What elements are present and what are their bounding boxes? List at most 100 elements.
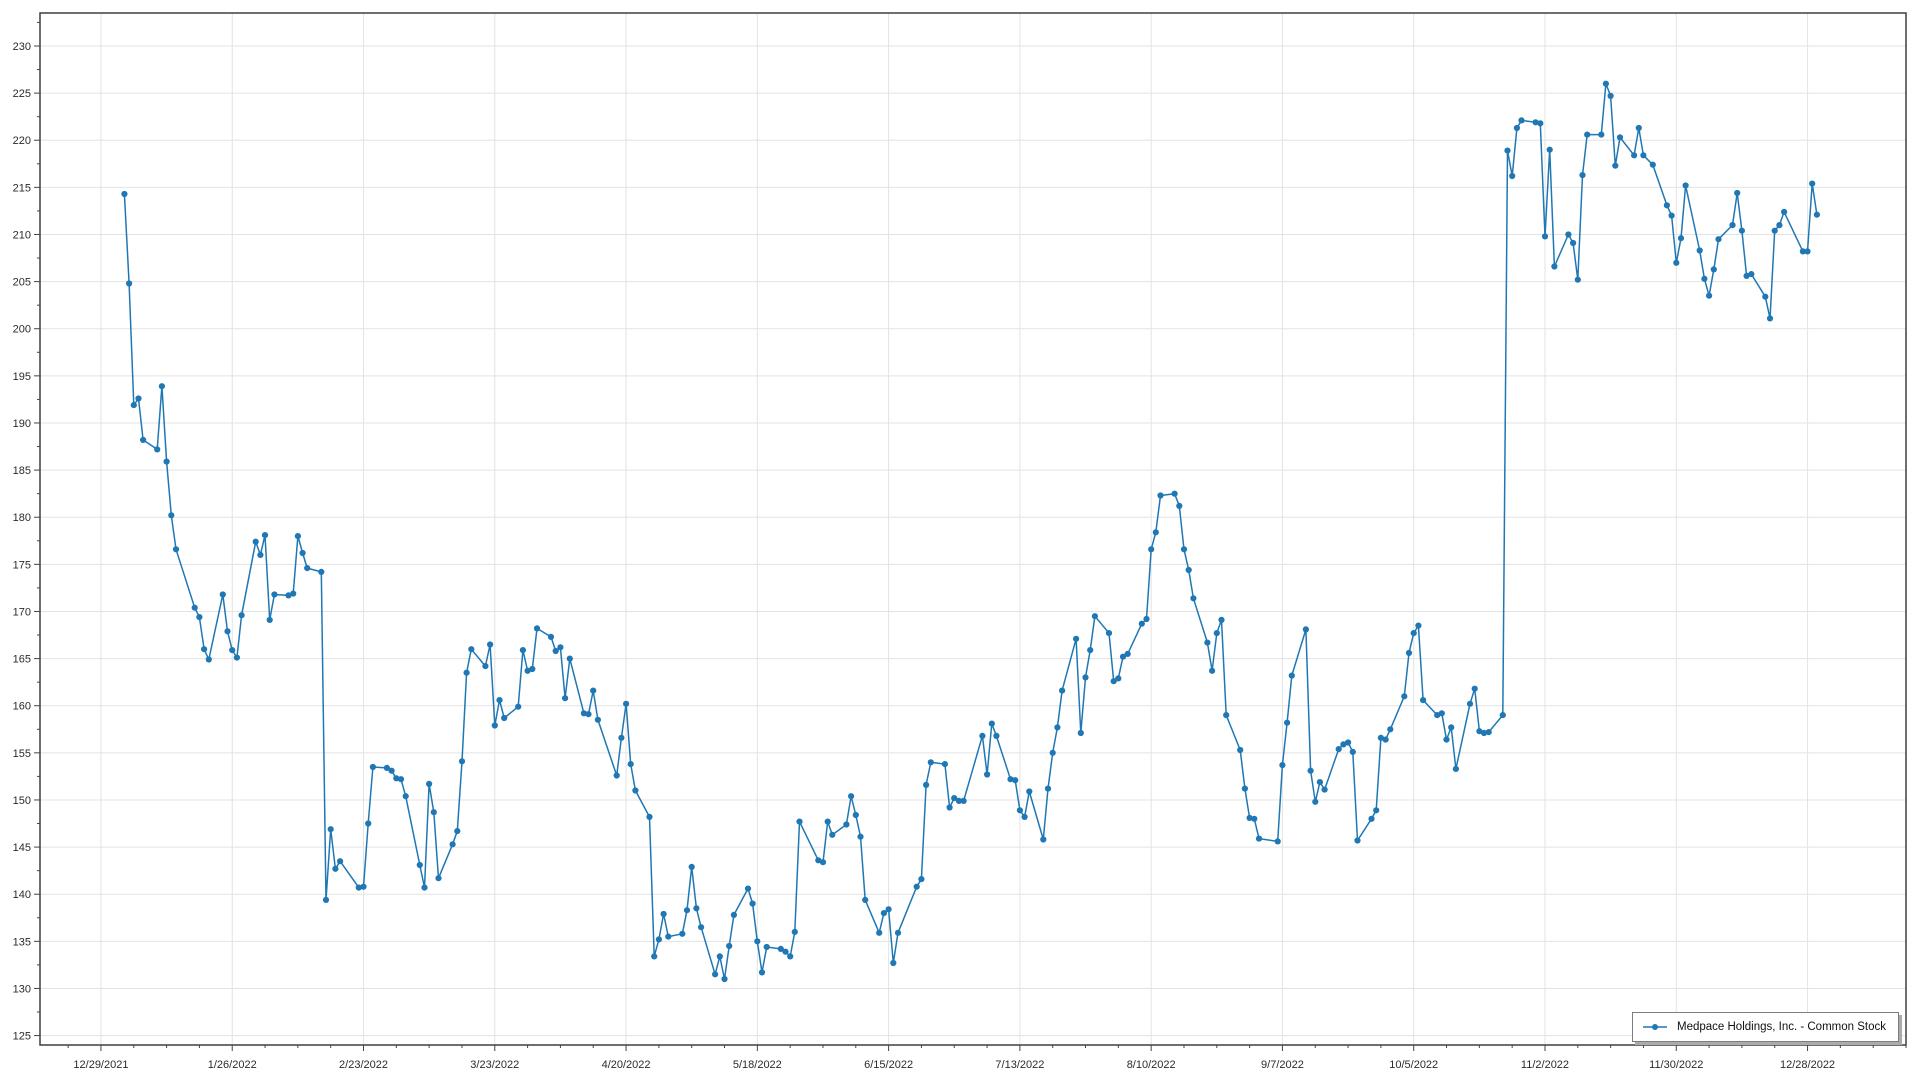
data-point [131,402,137,408]
data-point [1814,212,1820,218]
data-point [370,764,376,770]
data-point [1345,739,1351,745]
stock-price-chart[interactable]: 1251301351401451501551601651701751801851… [0,0,1920,1080]
data-point [1172,491,1178,497]
data-point [1579,172,1585,178]
data-point [271,591,277,597]
data-point [196,614,202,620]
data-point [239,612,245,618]
data-point [290,591,296,597]
data-point [1176,503,1182,509]
data-point [192,605,198,611]
data-point [1472,686,1478,692]
data-point [1673,260,1679,266]
data-point [843,821,849,827]
y-tick-label: 200 [13,324,31,336]
data-point [220,591,226,597]
data-point [942,761,948,767]
data-point [595,717,601,723]
data-point [234,655,240,661]
data-point [1078,730,1084,736]
data-point [1373,807,1379,813]
data-point [1406,650,1412,656]
data-point [557,644,563,650]
data-point [829,832,835,838]
data-point [121,191,127,197]
data-point [679,931,685,937]
data-point [1598,132,1604,138]
data-point [515,704,521,710]
data-point [895,930,901,936]
data-point [154,446,160,452]
series-line [124,84,1817,979]
data-point [318,569,324,575]
y-tick-label: 205 [13,277,31,289]
data-point [1809,181,1815,187]
data-point [1284,720,1290,726]
data-point [1640,152,1646,158]
data-point [337,858,343,864]
data-point [961,798,967,804]
data-point [590,688,596,694]
data-point [585,711,591,717]
data-point [661,911,667,917]
data-point [1504,148,1510,154]
data-point [1317,779,1323,785]
data-point [1148,546,1154,552]
chart-legend[interactable]: Medpace Holdings, Inc. - Common Stock [1632,1012,1899,1042]
data-point [1368,816,1374,822]
data-point [787,953,793,959]
data-point [1706,293,1712,299]
data-point [1209,668,1215,674]
data-point [717,953,723,959]
data-point [918,876,924,882]
y-tick-label: 175 [13,559,31,571]
data-point [1762,294,1768,300]
data-point [1575,277,1581,283]
y-tick-label: 210 [13,229,31,241]
data-point [534,625,540,631]
data-point [253,539,259,545]
data-point [1242,786,1248,792]
data-point [206,656,212,662]
y-tick-label: 140 [13,889,31,901]
data-point [1439,710,1445,716]
data-point [1082,674,1088,680]
x-tick-label: 7/13/2022 [995,1059,1044,1071]
y-tick-label: 220 [13,135,31,147]
y-tick-label: 125 [13,1031,31,1043]
x-tick-label: 10/5/2022 [1389,1059,1438,1071]
data-point [1143,616,1149,622]
data-point [1022,814,1028,820]
data-point [726,943,732,949]
data-point [1537,120,1543,126]
data-point [1279,762,1285,768]
data-point [848,793,854,799]
x-tick-label: 12/28/2022 [1780,1059,1835,1071]
data-point [862,897,868,903]
data-point [656,936,662,942]
data-point [450,841,456,847]
data-point [454,828,460,834]
data-point [825,819,831,825]
data-point [1237,747,1243,753]
y-tick-label: 130 [13,983,31,995]
data-point [1092,613,1098,619]
data-point [459,758,465,764]
x-tick-label: 12/29/2021 [73,1059,128,1071]
data-point [1729,222,1735,228]
data-point [1026,788,1032,794]
data-point [928,759,934,765]
data-point [993,733,999,739]
y-tick-label: 155 [13,748,31,760]
data-point [1415,623,1421,629]
data-point [721,976,727,982]
data-point [332,866,338,872]
data-point [979,733,985,739]
data-point [1275,838,1281,844]
data-point [1448,724,1454,730]
data-point [1683,182,1689,188]
data-point [1767,315,1773,321]
data-point [1650,162,1656,168]
data-point [529,666,535,672]
